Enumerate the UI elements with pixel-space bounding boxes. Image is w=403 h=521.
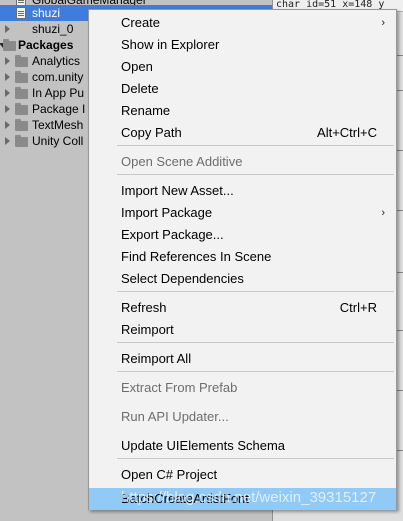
menu-item-create[interactable]: Create › [89, 12, 396, 34]
menu-item-show-in-explorer[interactable]: Show in Explorer [89, 34, 396, 56]
menu-item-open-scene-additive: Open Scene Additive [89, 151, 396, 173]
submenu-chevron-right-icon: › [381, 207, 385, 219]
menu-item-label: Select Dependencies [121, 271, 244, 286]
console-row-marker [397, 272, 403, 273]
menu-item-reimport[interactable]: Reimport [89, 319, 396, 341]
menu-item-open-c-project[interactable]: Open C# Project [89, 464, 396, 486]
menu-item-label: BatchCreateArtistFont [121, 491, 249, 506]
menu-item-import-package[interactable]: Import Package › [89, 202, 396, 224]
menu-item-update-uielements-schema[interactable]: Update UIElements Schema [89, 435, 396, 457]
menu-item-open[interactable]: Open [89, 56, 396, 78]
menu-item-label: Reimport [121, 322, 174, 337]
menu-item-label: Rename [121, 103, 171, 118]
menu-item-label: Import New Asset... [121, 183, 234, 198]
menu-item-import-new-asset[interactable]: Import New Asset... [89, 180, 396, 202]
menu-item-select-dependencies[interactable]: Select Dependencies [89, 268, 396, 290]
tree-item-label: shuzi [32, 6, 61, 20]
expand-arrow-icon[interactable] [5, 121, 10, 129]
menu-item-find-references-in-scene[interactable]: Find References In Scene [89, 246, 396, 268]
console-row-marker [397, 55, 403, 56]
folder-icon [15, 103, 28, 115]
expand-arrow-icon[interactable] [5, 89, 10, 97]
context-menu: Create › Show in Explorer Open Delete Rename C… [88, 9, 397, 510]
menu-item-label: Run API Updater... [121, 409, 229, 424]
menu-item-label: Update UIElements Schema [121, 438, 286, 453]
console-row-marker [397, 210, 403, 211]
menu-item-shortcut: Ctrl+R [339, 300, 377, 315]
console-row-marker [397, 150, 403, 151]
tree-item-label: Unity Coll [32, 134, 84, 148]
menu-item-delete[interactable]: Delete [89, 78, 396, 100]
menu-item-label: Open [121, 59, 153, 74]
tree-item-label: com.unity [32, 70, 84, 84]
expand-arrow-icon[interactable] [5, 57, 10, 65]
menu-item-label: Export Package... [121, 227, 224, 242]
folder-icon [15, 71, 28, 83]
expand-arrow-icon[interactable] [5, 105, 10, 113]
menu-item-label: Extract From Prefab [121, 380, 238, 395]
menu-item-label: Show in Explorer [121, 37, 220, 52]
menu-item-label: Import Package [121, 205, 213, 220]
folder-icon [15, 87, 28, 99]
menu-item-label: Find References In Scene [121, 249, 272, 264]
console-row-marker [397, 450, 403, 451]
menu-separator [117, 145, 394, 146]
menu-item-extract-from-prefab: Extract From Prefab [89, 377, 396, 399]
menu-item-label: Open Scene Additive [121, 154, 243, 169]
menu-item-label: Open C# Project [121, 467, 218, 482]
menu-item-label: Copy Path [121, 125, 182, 140]
menu-item-copy-path[interactable]: Copy Path Alt+Ctrl+C [89, 122, 396, 144]
tree-item-label: Packages [18, 38, 74, 52]
menu-separator [117, 174, 394, 175]
menu-item-reimport-all[interactable]: Reimport All [89, 348, 396, 370]
tree-item-label: shuzi_0 [32, 22, 74, 36]
menu-item-refresh[interactable]: Refresh Ctrl+R [89, 297, 396, 319]
menu-separator [117, 342, 394, 343]
console-row-marker [397, 90, 403, 91]
folder-icon [15, 119, 28, 131]
tree-item-label: In App Pu [32, 86, 85, 100]
menu-separator [117, 371, 394, 372]
menu-item-shortcut: Alt+Ctrl+C [317, 125, 377, 140]
console-row-marker [397, 390, 403, 391]
menu-item-label: Refresh [121, 300, 167, 315]
menu-separator [117, 291, 394, 292]
expand-arrow-icon[interactable] [5, 25, 10, 33]
menu-item-run-api-updater: Run API Updater... [89, 406, 396, 428]
menu-separator [117, 458, 394, 459]
menu-item-rename[interactable]: Rename [89, 100, 396, 122]
menu-item-batchcreateartistfont[interactable]: BatchCreateArtistFont [89, 488, 396, 510]
console-row-marker [397, 330, 403, 331]
menu-item-label: Delete [121, 81, 159, 96]
menu-item-export-package[interactable]: Export Package... [89, 224, 396, 246]
folder-icon [3, 39, 16, 51]
menu-item-label: Create [121, 15, 161, 30]
tree-item-label: Package I [32, 102, 86, 116]
expand-arrow-icon[interactable] [5, 137, 10, 145]
folder-icon [15, 135, 28, 147]
tree-item-label: TextMesh [32, 118, 84, 132]
tree-item-label: Analytics [32, 54, 81, 68]
menu-item-label: Reimport All [121, 351, 192, 366]
folder-icon [15, 55, 28, 67]
expand-arrow-icon[interactable] [5, 73, 10, 81]
asset-file-icon [16, 7, 26, 19]
submenu-chevron-right-icon: › [381, 17, 385, 29]
